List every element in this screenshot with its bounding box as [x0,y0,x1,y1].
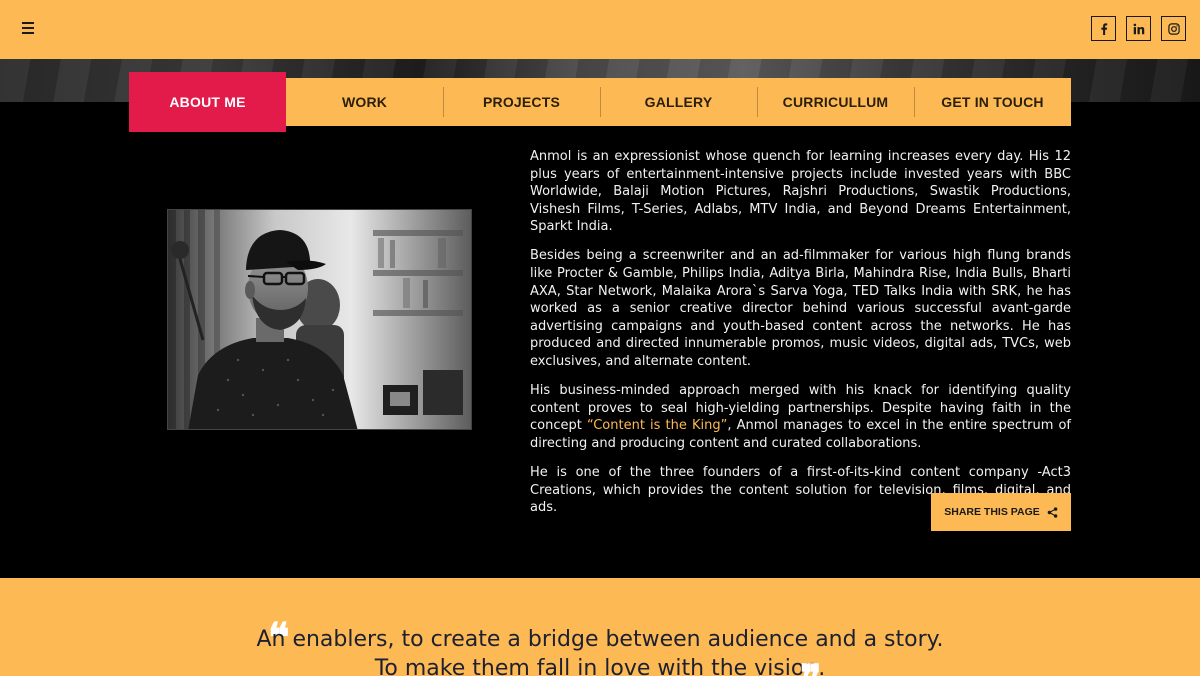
bio-paragraph-2: Besides being a screenwriter and an ad-f… [530,248,1071,370]
share-button-label: SHARE THIS PAGE [944,506,1040,518]
bio-text: Anmol is an expressionist whose quench f… [530,148,1071,528]
nav-item-curricullum[interactable]: CURRICULLUM [757,78,914,126]
main-nav: ABOUT ME WORK PROJECTS GALLERY CURRICULL… [129,72,1071,132]
quote-line-2: To make them fall in love with the visio… [374,656,826,676]
linkedin-icon[interactable] [1126,16,1151,41]
nav-item-gallery[interactable]: GALLERY [600,78,757,126]
profile-photo [167,209,472,430]
quote-close-icon: ❞ [800,660,822,676]
top-header [0,0,1200,59]
bio-paragraph-3: His business-minded approach merged with… [530,382,1071,452]
quote-section: ❝ An enablers, to create a bridge betwee… [0,578,1200,676]
share-icon [1047,506,1058,518]
quote-line-1: An enablers, to create a bridge between … [256,627,944,652]
social-links [1091,16,1186,41]
nav-item-about-me[interactable]: ABOUT ME [129,72,286,132]
nav-item-get-in-touch[interactable]: GET IN TOUCH [914,78,1071,126]
bio-paragraph-1: Anmol is an expressionist whose quench f… [530,149,1071,235]
hamburger-icon[interactable] [22,22,34,34]
nav-item-work[interactable]: WORK [286,78,443,126]
nav-item-projects[interactable]: PROJECTS [443,78,600,126]
facebook-icon[interactable] [1091,16,1116,41]
highlight-content-is-king: “Content is the King” [586,418,728,434]
instagram-icon[interactable] [1161,16,1186,41]
share-page-button[interactable]: SHARE THIS PAGE [931,493,1071,531]
